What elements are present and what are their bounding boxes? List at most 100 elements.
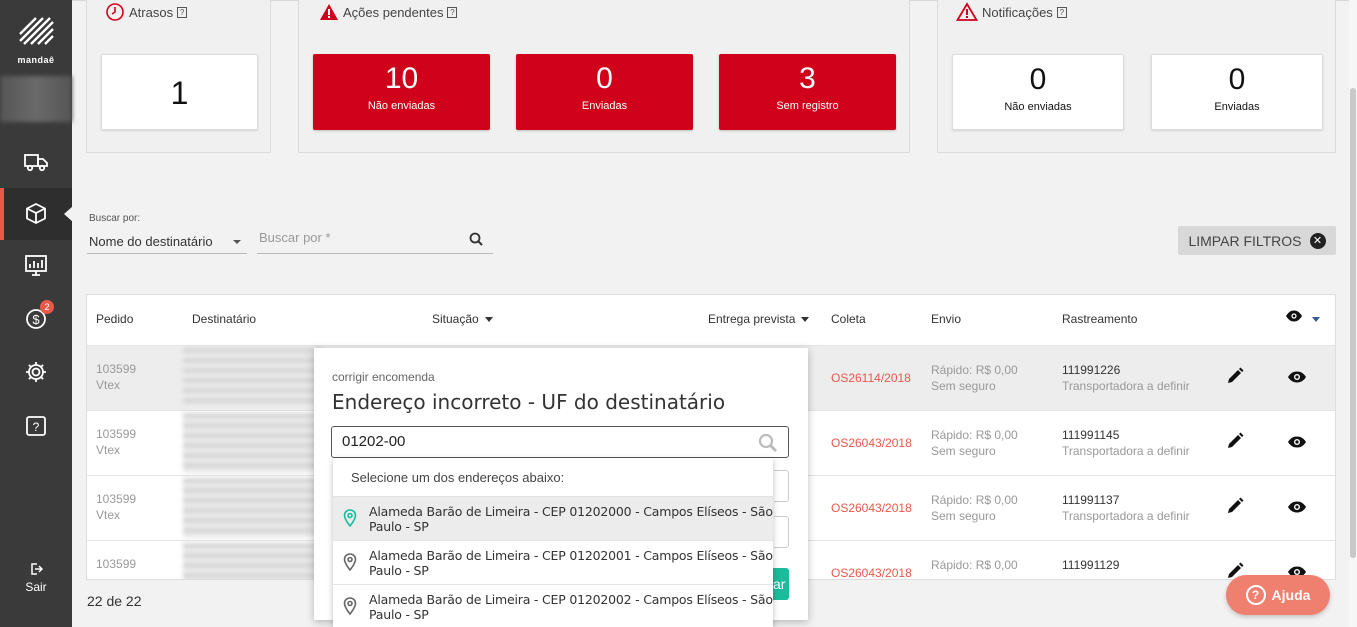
notif-stat-not-sent[interactable]: 0 Não enviadas xyxy=(952,54,1124,130)
delays-card: Atrasos ? 1 xyxy=(86,0,271,153)
alert-triangle-icon xyxy=(956,2,978,21)
tracking-number: 111991137 xyxy=(1062,493,1120,507)
pending-help-icon[interactable]: ? xyxy=(447,6,458,18)
sidebar-item-settings[interactable] xyxy=(0,346,72,398)
tracking-number: 111991129 xyxy=(1062,558,1120,572)
sidebar-item-reports[interactable] xyxy=(0,240,72,292)
header-pickup[interactable]: Coleta xyxy=(831,312,866,326)
pickup-link[interactable]: OS26114/2018 xyxy=(831,370,911,386)
shipping-value: Rápido: R$ 0,00 xyxy=(931,363,1018,377)
help-icon: ? xyxy=(26,416,46,436)
header-order[interactable]: Pedido xyxy=(96,312,133,326)
pending-title: Ações pendentes ? xyxy=(319,2,458,22)
notif-stat-sent[interactable]: 0 Enviadas xyxy=(1151,54,1323,130)
search-icon[interactable] xyxy=(758,433,778,453)
search-icon[interactable] xyxy=(469,232,483,246)
clear-filters-button[interactable]: LIMPAR FILTROS ✕ xyxy=(1178,226,1336,255)
logout-button[interactable]: Sair xyxy=(0,562,72,594)
svg-text:$: $ xyxy=(32,312,40,327)
header-tracking[interactable]: Rastreamento xyxy=(1062,312,1137,326)
shipping-cell: Rápido: R$ 0,00 Sem seguro xyxy=(931,492,1018,524)
tracking-number: 111991226 xyxy=(1062,363,1121,377)
search-by-select[interactable]: Nome do destinatário xyxy=(87,230,247,254)
address-text: Alameda Barão de Limeira - CEP 01202002 … xyxy=(369,591,773,622)
stat-value: 3 xyxy=(799,62,816,95)
search-by-value: Nome do destinatário xyxy=(89,234,213,249)
pickup-link[interactable]: OS26043/2018 xyxy=(831,500,912,516)
delays-value: 1 xyxy=(170,75,189,111)
shipping-cell: Rápido: R$ 0,00 Sem seguro xyxy=(931,427,1018,459)
delays-title-text: Atrasos xyxy=(129,4,174,20)
hidden-field[interactable] xyxy=(774,470,789,502)
logo-text: mandaê xyxy=(17,55,55,65)
delays-stat[interactable]: 1 xyxy=(101,54,258,130)
insurance-value: Sem seguro xyxy=(931,444,996,458)
pickup-link[interactable]: OS26043/2018 xyxy=(831,435,912,451)
pagination-count: 22 de 22 xyxy=(87,593,142,609)
brand-logo[interactable]: mandaê xyxy=(12,12,60,65)
clear-filters-label: LIMPAR FILTROS xyxy=(1188,232,1302,249)
clock-icon xyxy=(106,3,124,21)
search-by-label: Buscar por: xyxy=(89,213,141,224)
header-shipping[interactable]: Envio xyxy=(931,312,961,326)
scrollbar-thumb[interactable] xyxy=(1350,88,1356,558)
zip-search-input[interactable]: 01202-00 xyxy=(331,426,789,458)
hidden-field[interactable] xyxy=(774,516,789,548)
scrollbar[interactable] xyxy=(1349,0,1357,627)
sidebar-item-orders[interactable] xyxy=(0,188,73,240)
delays-title: Atrasos ? xyxy=(105,2,188,22)
notifications-help-icon[interactable]: ? xyxy=(1056,6,1067,18)
map-pin-icon xyxy=(343,597,357,615)
order-store: Vtex xyxy=(96,378,121,392)
sidebar-item-finance[interactable]: $ 2 xyxy=(0,292,72,344)
header-expected[interactable]: Entrega prevista xyxy=(708,312,810,326)
eye-icon[interactable] xyxy=(1287,367,1307,387)
sidebar-item-help[interactable]: ? xyxy=(0,400,72,452)
pending-actions-card: Ações pendentes ? 10 Não enviadas 0 Envi… xyxy=(298,0,910,153)
header-recipient[interactable]: Destinatário xyxy=(192,312,256,326)
stat-label: Enviadas xyxy=(1214,101,1260,113)
popup-title: Endereço incorreto - UF do destinatário xyxy=(332,390,726,414)
eye-icon[interactable] xyxy=(1287,497,1307,517)
recipient-redacted xyxy=(183,478,323,538)
map-pin-icon xyxy=(343,509,357,527)
question-icon: ? xyxy=(1245,585,1266,605)
order-id: 103599 xyxy=(96,427,137,441)
sidebar-item-shipping[interactable] xyxy=(0,136,72,188)
address-option[interactable]: Alameda Barão de Limeira - CEP 01202001 … xyxy=(333,540,773,584)
pickup-link[interactable]: OS26043/2018 xyxy=(831,565,912,579)
stat-no-record[interactable]: 3 Sem registro xyxy=(719,54,896,130)
edit-icon[interactable] xyxy=(1225,496,1245,516)
logout-icon xyxy=(31,563,43,575)
order-store: Vtex xyxy=(96,443,121,457)
search-input[interactable]: Buscar por * xyxy=(257,226,493,254)
popup-subtitle: corrigir encomenda xyxy=(332,370,435,384)
header-status[interactable]: Situação xyxy=(432,312,493,326)
edit-icon[interactable] xyxy=(1225,366,1245,386)
truck-icon xyxy=(24,154,48,172)
sort-icon xyxy=(801,317,810,323)
carrier: Transportadora a definir xyxy=(1062,379,1190,393)
stat-not-sent[interactable]: 10 Não enviadas xyxy=(313,54,490,130)
package-icon xyxy=(26,202,46,225)
recipient-redacted xyxy=(183,348,323,408)
warning-icon xyxy=(320,4,338,20)
header-expected-text: Entrega prevista xyxy=(708,312,796,326)
order-id: 103599 xyxy=(96,492,137,506)
chevron-down-icon xyxy=(1312,317,1321,323)
order-cell: 103599 xyxy=(96,556,136,572)
suggestions-header: Selecione um dos endereços abaixo: xyxy=(351,470,565,485)
column-visibility-toggle[interactable] xyxy=(1285,309,1321,326)
eye-icon[interactable] xyxy=(1287,432,1307,452)
close-circle-icon: ✕ xyxy=(1309,232,1326,249)
edit-icon[interactable] xyxy=(1225,431,1245,451)
address-option[interactable]: Alameda Barão de Limeira - CEP 01202000 … xyxy=(333,496,773,540)
avatar[interactable] xyxy=(0,76,72,122)
insurance-value: Sem seguro xyxy=(931,509,996,523)
delays-help-icon[interactable]: ? xyxy=(177,6,188,18)
address-text: Alameda Barão de Limeira - CEP 01202001 … xyxy=(369,547,773,578)
gear-icon xyxy=(26,362,46,382)
address-option[interactable]: Alameda Barão de Limeira - CEP 01202002 … xyxy=(333,584,773,627)
stat-sent[interactable]: 0 Enviadas xyxy=(516,54,693,130)
help-button[interactable]: ? Ajuda xyxy=(1226,575,1330,615)
